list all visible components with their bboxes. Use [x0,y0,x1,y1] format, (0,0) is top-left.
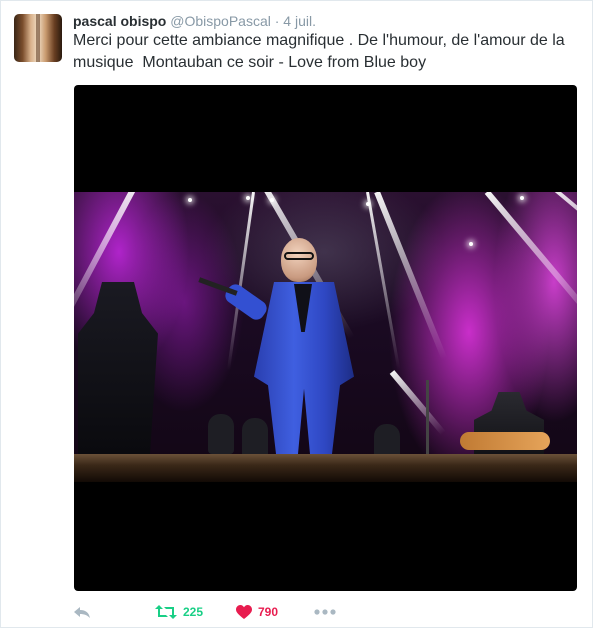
musician-figure [208,414,234,454]
tweet-text: Merci pour cette ambiance magnifique . D… [73,30,583,74]
retweet-count: 225 [183,605,204,619]
heart-icon [236,604,252,619]
media-container[interactable] [74,85,577,591]
tweet-header: pascal obispo @ObispoPascal · 4 juil. [73,12,316,32]
like-count: 790 [258,605,279,619]
avatar[interactable] [14,14,62,62]
reply-icon[interactable] [73,604,91,620]
header-separator: · [274,13,280,29]
light-beam [366,192,401,370]
more-dots-icon[interactable] [313,604,337,620]
tweet-actions: 225 790 [73,602,373,622]
like-button[interactable]: 790 [236,602,278,622]
retweet-icon [155,605,177,619]
tweet-text-line-1: Merci pour cette ambiance magnifique . D… [73,32,565,49]
tweet-date[interactable]: 4 juil. [283,13,316,29]
singer-head [281,238,317,282]
author-name[interactable]: pascal obispo [73,13,166,29]
spotlight [469,242,473,246]
tweet-card: pascal obispo @ObispoPascal · 4 juil. Me… [0,0,593,628]
stage-front [74,454,577,482]
light-beam [484,192,577,332]
spotlight [246,196,250,200]
light-beam [389,370,446,436]
spotlight [366,202,370,206]
musician-figure [242,418,268,458]
singer-glasses [284,252,314,260]
spotlight [270,198,274,202]
conductor-figure [78,282,158,454]
author-handle[interactable]: @ObispoPascal [170,13,271,29]
retweet-button[interactable]: 225 [155,602,203,622]
spotlight [188,198,192,202]
spotlight [520,196,524,200]
mic-stand [426,380,429,454]
concert-photo[interactable] [74,192,577,482]
light-beam [374,192,448,361]
tweet-text-line-2: musique Montauban ce soir - Love from Bl… [73,54,427,71]
guitar [460,432,550,450]
light-beam [226,192,255,371]
